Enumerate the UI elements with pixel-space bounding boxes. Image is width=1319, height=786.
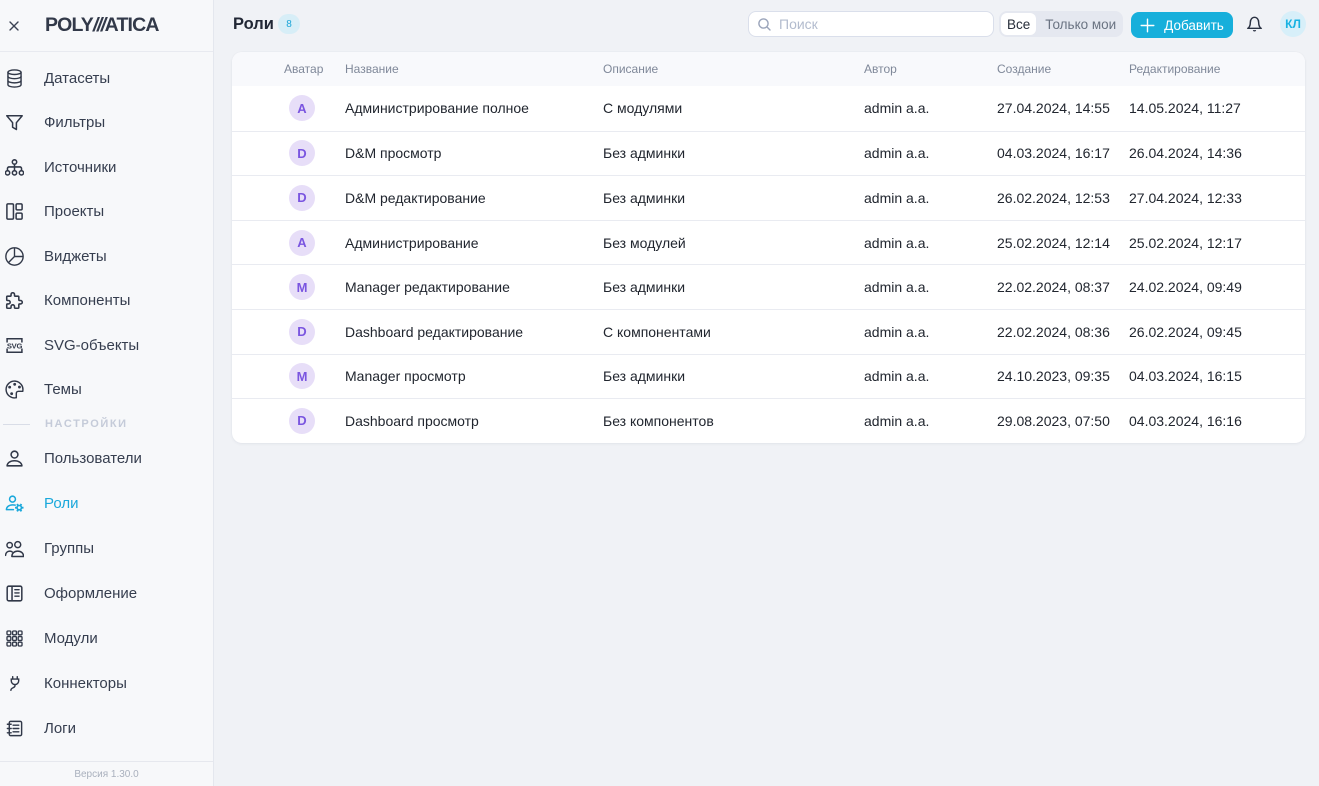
svg-text:SVG: SVG bbox=[7, 341, 23, 350]
